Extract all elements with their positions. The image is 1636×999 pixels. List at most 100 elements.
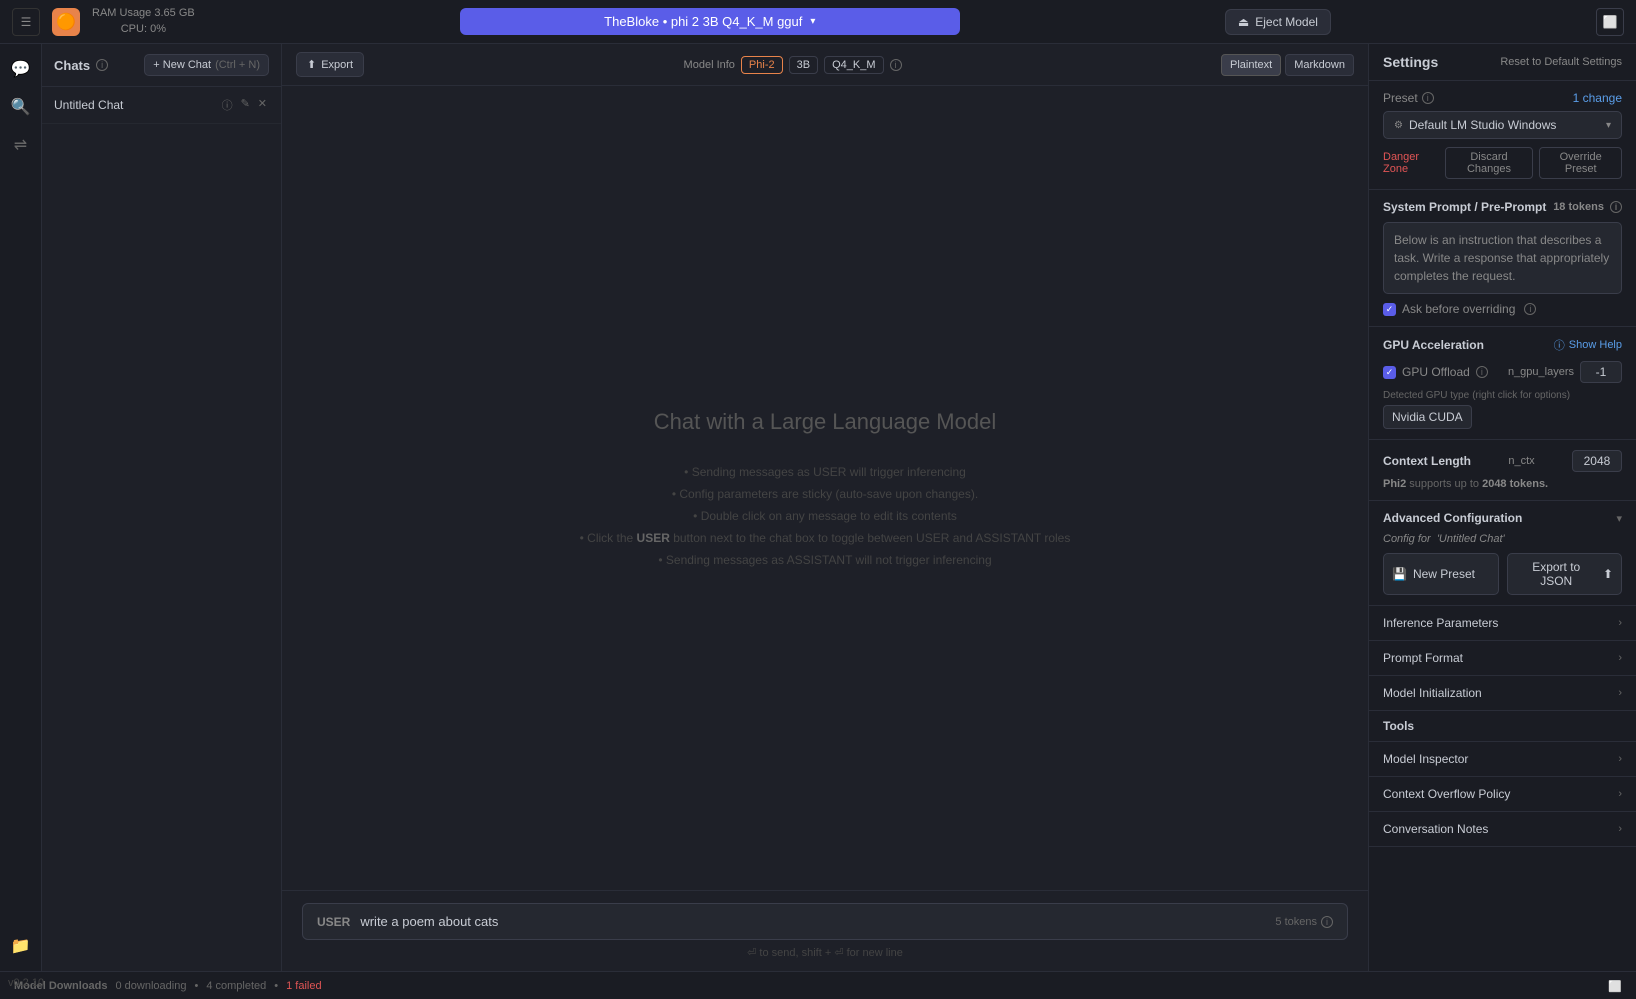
- model-inspector-title: Model Inspector: [1383, 752, 1468, 766]
- eject-icon: ⏏: [1238, 15, 1249, 29]
- new-chat-button[interactable]: + New Chat (Ctrl + N): [144, 54, 269, 76]
- chats-info-icon[interactable]: i: [96, 59, 108, 71]
- gpu-value[interactable]: Nvidia CUDA: [1383, 405, 1472, 429]
- gpu-title: GPU Acceleration: [1383, 338, 1484, 352]
- chat-toolbar: ⬆ Export Model Info Phi-2 3B Q4_K_M i Pl…: [282, 44, 1368, 86]
- ask-before-checkbox[interactable]: ✓: [1383, 303, 1396, 316]
- separator-1: •: [194, 980, 198, 992]
- chat-info-icon[interactable]: ⓘ: [220, 95, 235, 115]
- search-icon: 🔍: [11, 97, 31, 117]
- override-preset-button[interactable]: Override Preset: [1539, 147, 1622, 179]
- conversation-notes-title: Conversation Notes: [1383, 822, 1488, 836]
- context-note: Phi2 supports up to 2048 tokens.: [1383, 478, 1622, 490]
- chat-content: Chat with a Large Language Model • Sendi…: [282, 86, 1368, 890]
- system-prompt-heading: System Prompt / Pre-Prompt 18 tokens i: [1383, 200, 1622, 214]
- model-info-label: Model Info: [684, 59, 735, 71]
- advanced-config-header[interactable]: Advanced Configuration ▾: [1383, 511, 1622, 525]
- chat-input-row: USER 5 tokens i: [302, 903, 1348, 940]
- preset-label: Preset i: [1383, 91, 1434, 105]
- n-ctx-input[interactable]: [1572, 450, 1622, 472]
- chat-list-item[interactable]: Untitled Chat ⓘ ✎ ✕: [42, 87, 281, 124]
- danger-zone-label[interactable]: Danger Zone: [1383, 151, 1439, 175]
- context-overflow-title: Context Overflow Policy: [1383, 787, 1510, 801]
- app-logo: 🟠: [52, 8, 80, 36]
- model-init-title: Model Initialization: [1383, 686, 1482, 700]
- system-prompt-textarea[interactable]: Below is an instruction that describes a…: [1383, 222, 1622, 294]
- n-gpu-layers-label: n_gpu_layers: [1508, 366, 1574, 378]
- preset-info-icon[interactable]: i: [1422, 92, 1434, 104]
- preset-dropdown[interactable]: ⚙ Default LM Studio Windows ▾: [1383, 111, 1622, 139]
- preset-name: Default LM Studio Windows: [1409, 118, 1600, 132]
- context-length-row: Context Length n_ctx: [1383, 450, 1622, 472]
- message-input[interactable]: [360, 914, 1265, 929]
- conversation-notes-row[interactable]: Conversation Notes ›: [1369, 812, 1636, 847]
- context-overflow-row[interactable]: Context Overflow Policy ›: [1369, 777, 1636, 812]
- folder-icon: 📁: [11, 936, 31, 956]
- system-prompt-info-icon[interactable]: i: [1610, 201, 1622, 213]
- model-info-icon[interactable]: i: [890, 59, 902, 71]
- chat-close-icon[interactable]: ✕: [256, 95, 269, 115]
- save-icon: 💾: [1392, 567, 1407, 581]
- export-button[interactable]: ⬆ Export: [296, 52, 364, 77]
- chat-item-name: Untitled Chat: [54, 98, 214, 112]
- settings-panel: Settings Reset to Default Settings Prese…: [1368, 44, 1636, 971]
- show-help-button[interactable]: ⓘ Show Help: [1554, 337, 1622, 353]
- inference-params-row[interactable]: Inference Parameters ›: [1369, 606, 1636, 641]
- ask-before-row: ✓ Ask before overriding i: [1383, 302, 1622, 316]
- eject-model-button[interactable]: ⏏ Eject Model: [1225, 9, 1331, 35]
- sidebar-item-folder[interactable]: 📁: [4, 929, 38, 963]
- sidebar-item-chat[interactable]: 💬: [4, 52, 38, 86]
- inference-params-title: Inference Parameters: [1383, 616, 1498, 630]
- hint-2: • Config parameters are sticky (auto-sav…: [580, 487, 1071, 501]
- tools-title: Tools: [1383, 719, 1414, 733]
- gpu-offload-label: GPU Offload: [1402, 365, 1470, 379]
- new-preset-button[interactable]: 💾 New Preset: [1383, 553, 1499, 595]
- q4km-tag: Q4_K_M: [824, 56, 883, 74]
- discard-changes-button[interactable]: Discard Changes: [1445, 147, 1534, 179]
- gpu-offload-info-icon[interactable]: i: [1476, 366, 1488, 378]
- user-role-label[interactable]: USER: [317, 915, 350, 929]
- chat-edit-icon[interactable]: ✎: [239, 95, 252, 115]
- n-gpu-layers-input[interactable]: [1580, 361, 1622, 383]
- sidebar-item-arrows[interactable]: ⇌: [4, 128, 38, 162]
- phi2-tag[interactable]: Phi-2: [741, 56, 783, 74]
- top-bar: ☰ 🟠 RAM Usage 3.65 GB CPU: 0% TheBloke •…: [0, 0, 1636, 44]
- gpu-offload-checkbox[interactable]: ✓: [1383, 366, 1396, 379]
- token-info-icon[interactable]: i: [1321, 916, 1333, 928]
- reset-defaults-button[interactable]: Reset to Default Settings: [1500, 56, 1622, 68]
- context-overflow-chevron-icon: ›: [1618, 788, 1622, 800]
- sidebar-item-search[interactable]: 🔍: [4, 90, 38, 124]
- token-count: 5 tokens i: [1275, 916, 1333, 928]
- completed-count: 4 completed: [206, 980, 266, 992]
- format-toggle: Plaintext Markdown: [1221, 54, 1354, 76]
- window-icon[interactable]: ⬜: [1596, 8, 1624, 36]
- main-layout: 💬 🔍 ⇌ 📁 Chats i + New Chat (Ctrl + N) Un…: [0, 44, 1636, 971]
- config-for-label: Config for 'Untitled Chat': [1383, 533, 1622, 545]
- model-init-chevron-icon: ›: [1618, 687, 1622, 699]
- prompt-format-row[interactable]: Prompt Format ›: [1369, 641, 1636, 676]
- model-selector-button[interactable]: TheBloke • phi 2 3B Q4_K_M gguf ▾: [460, 8, 960, 35]
- preset-section: Preset i 1 change ⚙ Default LM Studio Wi…: [1369, 81, 1636, 190]
- chat-list-header: Chats i + New Chat (Ctrl + N): [42, 44, 281, 87]
- 3b-tag: 3B: [789, 56, 818, 74]
- markdown-button[interactable]: Markdown: [1285, 54, 1354, 76]
- model-inspector-row[interactable]: Model Inspector ›: [1369, 742, 1636, 777]
- gpu-section: GPU Acceleration ⓘ Show Help ✓ GPU Offlo…: [1369, 327, 1636, 440]
- preset-change-badge[interactable]: 1 change: [1573, 91, 1622, 105]
- export-json-button[interactable]: Export to JSON ⬆: [1507, 553, 1623, 595]
- chat-item-actions: ⓘ ✎ ✕: [220, 95, 269, 115]
- chat-list-panel: Chats i + New Chat (Ctrl + N) Untitled C…: [42, 44, 282, 971]
- settings-header: Settings Reset to Default Settings: [1369, 44, 1636, 81]
- preset-row: Preset i 1 change: [1383, 91, 1622, 105]
- advanced-config-title: Advanced Configuration: [1383, 511, 1522, 525]
- export-icon: ⬆: [307, 58, 316, 71]
- ask-before-info-icon[interactable]: i: [1524, 303, 1536, 315]
- plaintext-button[interactable]: Plaintext: [1221, 54, 1281, 76]
- hint-4: • Click the USER button next to the chat…: [580, 531, 1071, 545]
- detected-gpu-label: Detected GPU type (right click for optio…: [1383, 389, 1622, 401]
- window-controls-icon: ⬜: [1608, 981, 1622, 993]
- model-init-row[interactable]: Model Initialization ›: [1369, 676, 1636, 711]
- system-prompt-token-count: 18 tokens i: [1553, 201, 1622, 213]
- menu-icon[interactable]: ☰: [12, 8, 40, 36]
- preset-chevron-icon: ▾: [1606, 120, 1611, 131]
